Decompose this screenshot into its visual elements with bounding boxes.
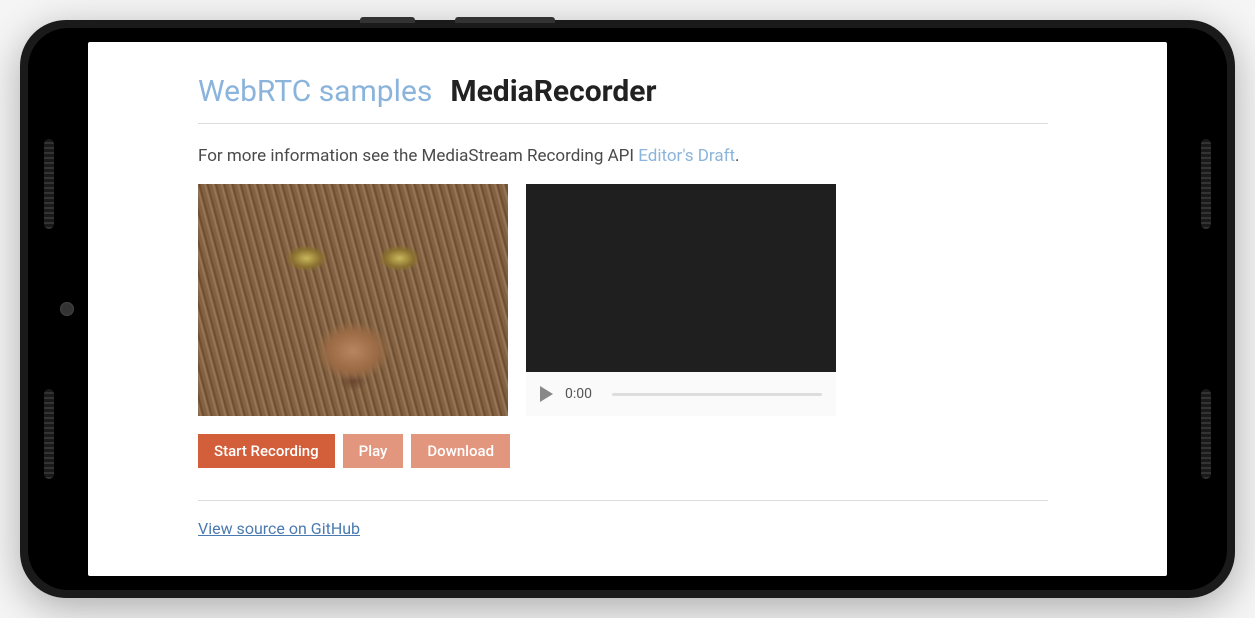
description-suffix: . [735,146,739,166]
description-prefix: For more information see the MediaStream… [198,146,638,166]
site-title-link[interactable]: WebRTC samples [198,74,432,109]
screen: WebRTC samples MediaRecorder For more in… [88,42,1167,576]
page-title: MediaRecorder [450,74,656,109]
video-canvas [526,184,836,372]
start-recording-button[interactable]: Start Recording [198,434,335,468]
footer: View source on GitHub [198,500,1048,538]
play-icon[interactable] [540,386,553,402]
speaker-grille-left-bottom [44,389,54,479]
front-camera-icon [60,302,74,316]
camera-preview-image [198,184,508,416]
device-top-buttons [360,17,555,23]
editors-draft-link[interactable]: Editor's Draft [638,146,735,166]
device-frame: WebRTC samples MediaRecorder For more in… [20,20,1235,598]
view-source-github-link[interactable]: View source on GitHub [198,519,360,538]
speaker-grille-right-bottom [1201,389,1211,479]
speaker-grille-right-top [1201,139,1211,229]
camera-preview[interactable] [198,184,508,416]
download-button[interactable]: Download [411,434,510,468]
video-controls: 0:00 [526,372,836,416]
device-inner: WebRTC samples MediaRecorder For more in… [28,28,1227,590]
page-content: WebRTC samples MediaRecorder For more in… [198,74,1048,538]
play-button[interactable]: Play [343,434,404,468]
recorded-video-player[interactable]: 0:00 [526,184,836,416]
description-text: For more information see the MediaStream… [198,146,1048,166]
speaker-grille-left-top [44,139,54,229]
video-seek-bar[interactable] [612,393,822,396]
media-row: 0:00 [198,184,1048,416]
video-time: 0:00 [565,386,592,402]
button-row: Start Recording Play Download [198,434,1048,468]
page-header: WebRTC samples MediaRecorder [198,74,1048,124]
